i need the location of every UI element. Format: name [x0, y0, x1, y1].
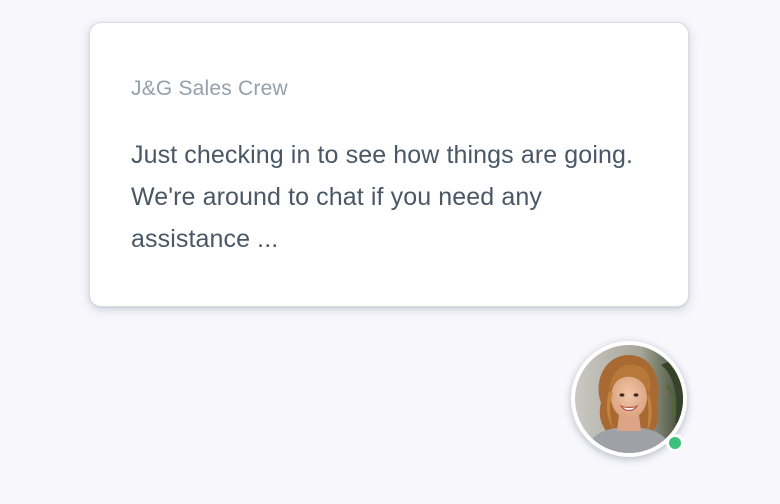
sender-name: J&G Sales Crew [131, 77, 288, 100]
chat-widget: J&G Sales Crew Just checking in to see h… [0, 0, 780, 504]
agent-avatar-button[interactable] [571, 341, 687, 457]
message-text: Just checking in to see how things are g… [131, 141, 634, 253]
chat-message-card[interactable]: J&G Sales Crew Just checking in to see h… [89, 22, 689, 307]
online-status-dot [666, 434, 684, 452]
